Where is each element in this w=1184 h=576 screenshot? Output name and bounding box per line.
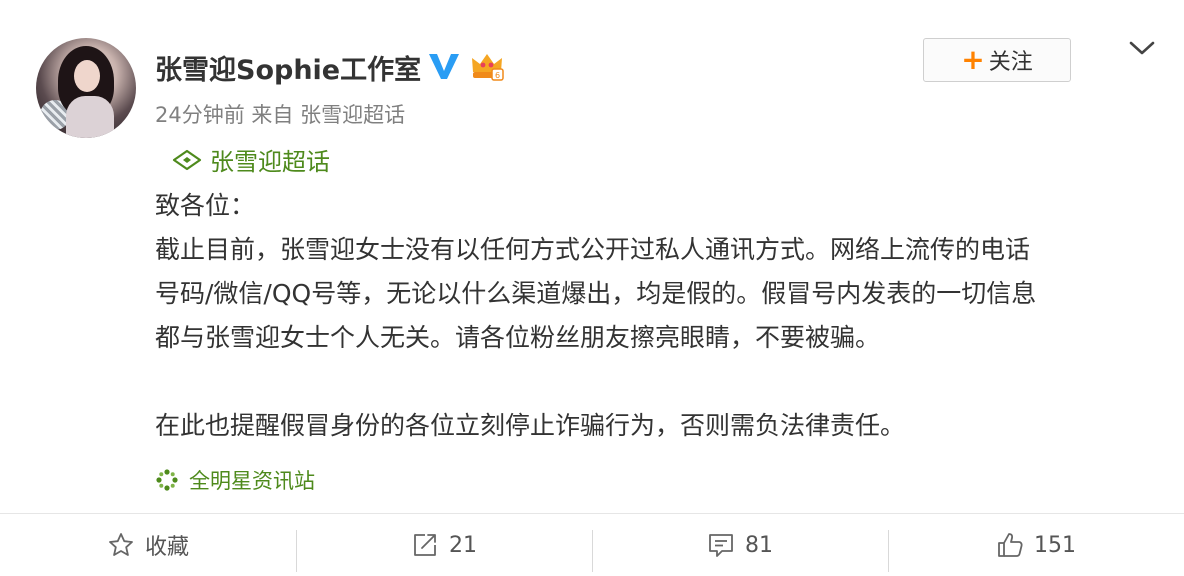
- source-app[interactable]: 张雪迎超话: [300, 103, 405, 127]
- like-button[interactable]: 151: [888, 514, 1184, 576]
- crown-member-icon[interactable]: 6: [470, 52, 504, 82]
- app-flower-icon: [156, 469, 178, 491]
- repost-arrow-icon: [414, 534, 436, 556]
- author-name[interactable]: 张雪迎Sophie工作室: [155, 48, 421, 87]
- content-line: 号码/微信/QQ号等，无论以什么渠道爆出，均是假的。假冒号内发表的一切信息: [155, 279, 1037, 308]
- star-icon: [109, 533, 133, 556]
- source-prefix: 来自: [251, 103, 294, 127]
- follow-label: 关注: [988, 50, 1033, 75]
- thumbs-up-icon: [998, 533, 1023, 557]
- content-line: 都与张雪迎女士个人无关。请各位粉丝朋友擦亮眼睛，不要被骗。: [155, 323, 881, 352]
- avatar-body: [66, 96, 114, 138]
- svg-text:6: 6: [495, 71, 500, 80]
- comment-count: 81: [745, 532, 773, 558]
- action-bar: 收藏 21 81 151: [0, 514, 1184, 576]
- supertopic-diamond-icon: [172, 149, 202, 170]
- content-line-blank: [155, 360, 1155, 404]
- comment-icon: [709, 534, 733, 557]
- avatar-face: [74, 60, 100, 92]
- favorite-button[interactable]: 收藏: [0, 514, 296, 576]
- repost-count: 21: [449, 532, 477, 558]
- like-count: 151: [1034, 532, 1076, 558]
- follow-button[interactable]: + 关注: [923, 38, 1071, 82]
- supertopic-link[interactable]: 张雪迎超话: [172, 142, 330, 177]
- plus-icon: +: [961, 43, 985, 76]
- content-line: 致各位：: [155, 191, 256, 220]
- post-time[interactable]: 24分钟前: [155, 103, 245, 127]
- comment-button[interactable]: 81: [592, 514, 888, 576]
- verified-v-icon[interactable]: [426, 50, 462, 82]
- repost-button[interactable]: 21: [296, 514, 592, 576]
- chevron-down-icon[interactable]: [1128, 38, 1156, 58]
- via-app-label: 全明星资讯站: [189, 469, 315, 493]
- post-content: 致各位： 截止目前，张雪迎女士没有以任何方式公开过私人通讯方式。网络上流传的电话…: [155, 184, 1155, 448]
- author-avatar[interactable]: [36, 38, 136, 138]
- content-line: 在此也提醒假冒身份的各位立刻停止诈骗行为，否则需负法律责任。: [155, 411, 906, 440]
- via-app-link[interactable]: 全明星资讯站: [155, 465, 315, 495]
- favorite-label: 收藏: [144, 535, 189, 560]
- content-line: 截止目前，张雪迎女士没有以任何方式公开过私人通讯方式。网络上流传的电话: [155, 235, 1031, 264]
- supertopic-label: 张雪迎超话: [210, 148, 330, 176]
- post-meta: 24分钟前 来自 张雪迎超话: [155, 99, 405, 129]
